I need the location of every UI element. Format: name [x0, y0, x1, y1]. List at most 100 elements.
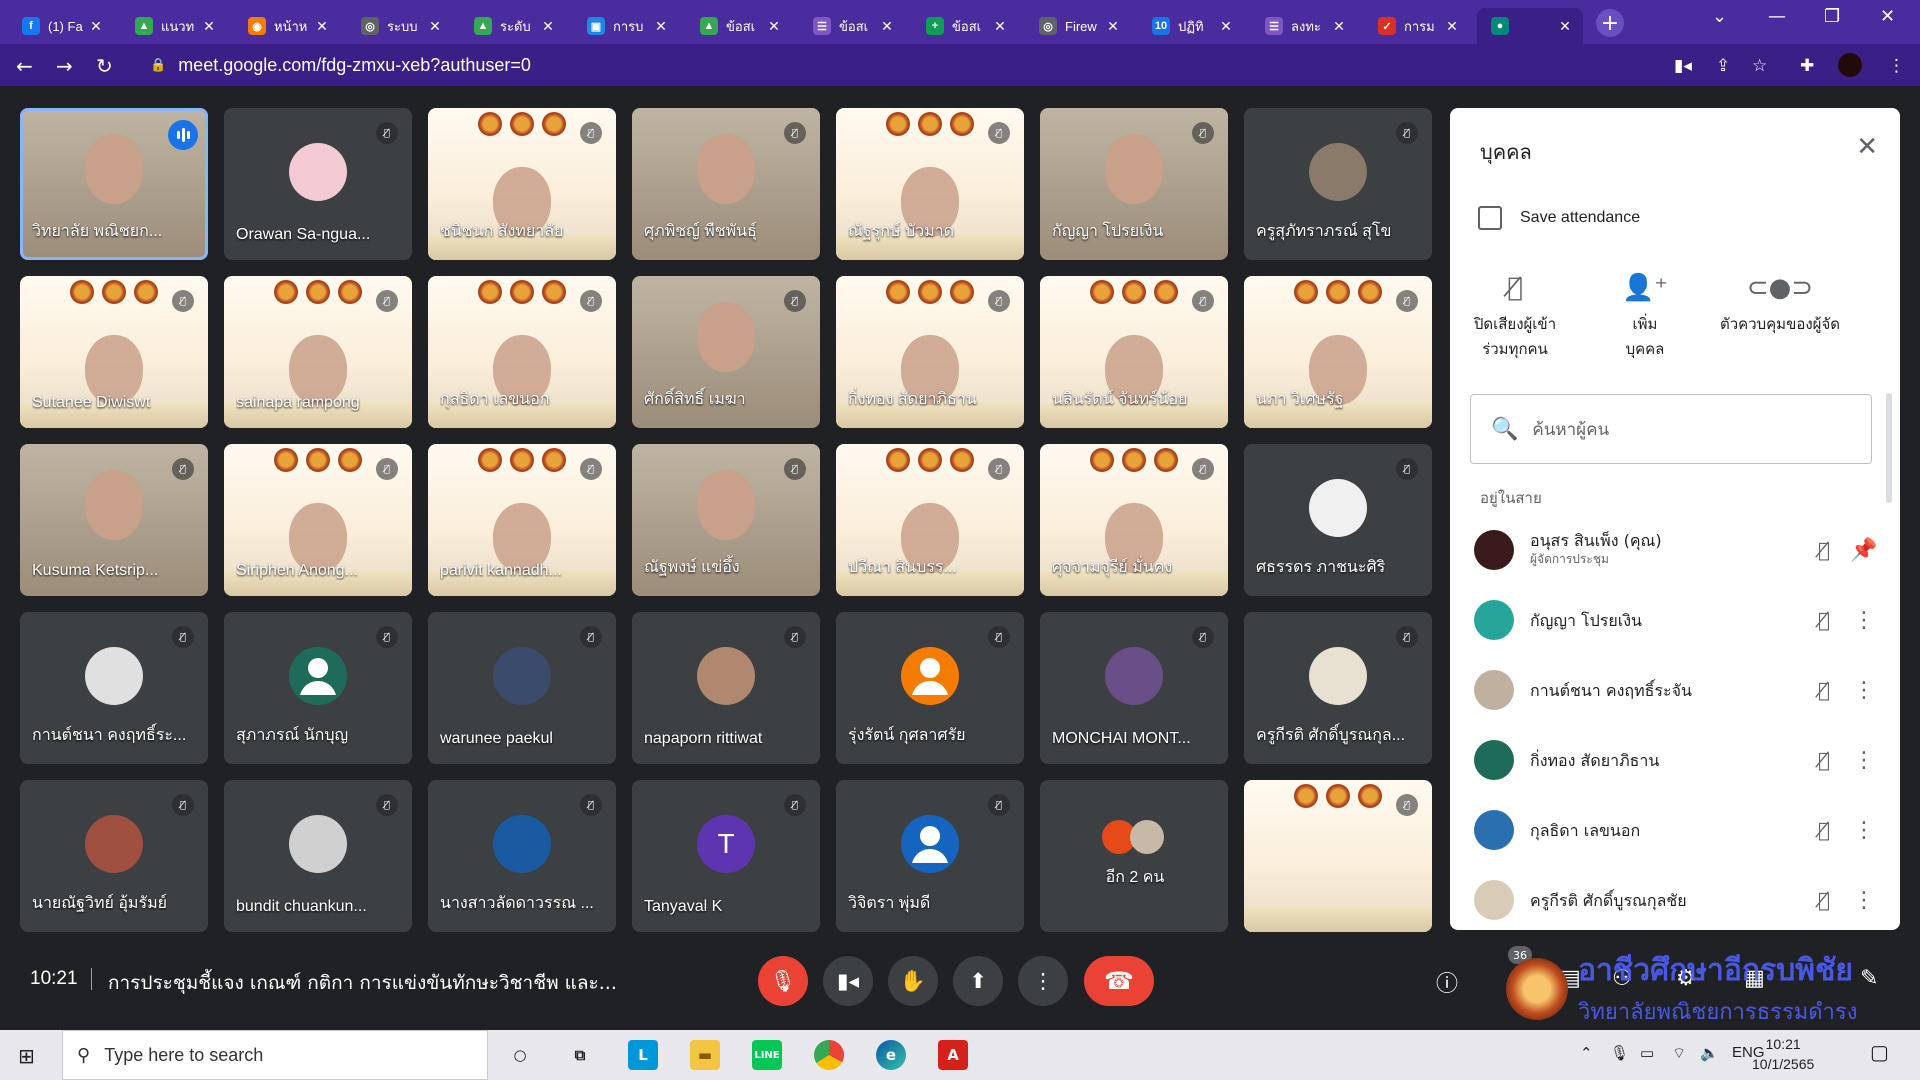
volume-icon[interactable]: 🔈: [1700, 1044, 1719, 1062]
share-icon[interactable]: ⇪: [1716, 56, 1730, 76]
participant-tile[interactable]: 🎙̸ parivit kannadh...: [428, 444, 616, 596]
close-tab-icon[interactable]: ✕: [312, 18, 332, 35]
participant-tile[interactable]: 🎙̸ นางสาวลัดดาวรรณ ...: [428, 780, 616, 932]
browser-tab[interactable]: ◉ หน้าห ✕: [234, 8, 340, 44]
close-tab-icon[interactable]: ✕: [1103, 18, 1123, 35]
participant-tile[interactable]: 🎙̸ ครูกีรติ ศักดิ์บูรณกุล...: [1244, 612, 1432, 764]
mute-person-icon[interactable]: 🎙̸: [1804, 608, 1844, 632]
mute-person-icon[interactable]: 🎙̸: [1804, 678, 1844, 702]
close-panel-icon[interactable]: ✕: [1856, 132, 1878, 162]
participant-tile[interactable]: 🎙̸ Siriphen Anong...: [224, 444, 412, 596]
bookmark-star-icon[interactable]: ☆: [1752, 56, 1767, 76]
raise-hand-button[interactable]: ✋: [888, 956, 938, 1006]
more-icon[interactable]: ⋮: [1844, 678, 1884, 703]
people-list-item[interactable]: กิ่งทอง สัดยาภิธาน 🎙̸ ⋮: [1474, 730, 1884, 790]
meeting-info-icon[interactable]: ⓘ: [1436, 966, 1458, 998]
participant-tile[interactable]: 🎙̸ วิจิตรา พุ่มดี: [836, 780, 1024, 932]
participant-tile[interactable]: 🎙̸ รุ่งรัตน์ กุศลาศรัย: [836, 612, 1024, 764]
browser-tab[interactable]: + ข้อสเ ✕: [912, 8, 1018, 44]
mute-person-icon[interactable]: 🎙̸: [1804, 888, 1844, 912]
browser-tab[interactable]: ▲ แนวท ✕: [121, 8, 227, 44]
leave-call-button[interactable]: ☎: [1084, 956, 1154, 1006]
participant-tile[interactable]: 🎙̸ ศุภพิชญ์ พืชพันธุ์: [632, 108, 820, 260]
participant-tile[interactable]: 🎙̸ Kusuma Ketsrip...: [20, 444, 208, 596]
host-controls-button[interactable]: ⊂●⊃ ตัวควบคุมของผู้จัด: [1705, 275, 1855, 337]
close-tab-icon[interactable]: ✕: [425, 18, 445, 35]
acrobat-icon[interactable]: A: [938, 1040, 968, 1070]
present-button[interactable]: ⬆: [953, 956, 1003, 1006]
browser-tab[interactable]: ☰ ลงทะ ✕: [1251, 8, 1357, 44]
close-tab-icon[interactable]: ✕: [1216, 18, 1236, 35]
more-icon[interactable]: ⋮: [1844, 608, 1884, 633]
people-list-item[interactable]: ครูกีรติ ศักดิ์บูรณกุลชัย 🎙̸ ⋮: [1474, 870, 1884, 930]
browser-tab[interactable]: ◎ Firew ✕: [1025, 8, 1131, 44]
attendance-icon[interactable]: ✎: [1860, 966, 1878, 991]
close-tab-icon[interactable]: ✕: [199, 18, 219, 35]
browser-tab[interactable]: ☰ ข้อสเ ✕: [799, 8, 905, 44]
participant-tile[interactable]: 🎙̸ กานต์ชนา คงฤทธิ์ระ...: [20, 612, 208, 764]
people-list-item[interactable]: กัญญา โปรยเงิน 🎙̸ ⋮: [1474, 590, 1884, 650]
taskbar-clock[interactable]: 10:21 10/1/2565: [1752, 1034, 1814, 1074]
participant-tile[interactable]: 🎙̸ กัญญา โปรยเงิน: [1040, 108, 1228, 260]
cortana-icon[interactable]: ○: [505, 1040, 535, 1070]
browser-tab[interactable]: ● ✕: [1477, 8, 1583, 44]
participant-tile[interactable]: 🎙̸ sainapa rampong: [224, 276, 412, 428]
windows-start-icon[interactable]: ⊞: [18, 1044, 35, 1068]
participant-tile[interactable]: 🎙̸ ณัฐพงษ์ แข่อึ้ง: [632, 444, 820, 596]
participant-tile[interactable]: 🎙̸ นลินรัตน์ จันทร์น้อย: [1040, 276, 1228, 428]
edge-icon[interactable]: e: [876, 1040, 906, 1070]
close-tab-icon[interactable]: ✕: [764, 18, 784, 35]
participant-tile[interactable]: อีก 2 คน: [1040, 780, 1228, 932]
url-input[interactable]: 🔒 meet.google.com/fdg-zmxu-xeb?authuser=…: [140, 50, 1660, 80]
restore-icon[interactable]: ❐: [1824, 6, 1840, 27]
battery-icon[interactable]: ▭: [1640, 1044, 1654, 1062]
more-icon[interactable]: ⋮: [1844, 888, 1884, 913]
mute-person-icon[interactable]: 🎙̸: [1804, 818, 1844, 842]
browser-tab[interactable]: ▲ ข้อสเ ✕: [686, 8, 792, 44]
tab-search-icon[interactable]: ⌄: [1712, 6, 1727, 27]
forward-icon[interactable]: →: [56, 54, 73, 78]
reload-icon[interactable]: ↻: [96, 54, 113, 78]
task-view-icon[interactable]: ⧉: [565, 1040, 595, 1070]
notifications-icon[interactable]: ▢: [1870, 1040, 1889, 1065]
participant-tile[interactable]: 🎙̸ Sutanee Diwiswt: [20, 276, 208, 428]
people-list-item[interactable]: กุลธิดา เลขนอก 🎙̸ ⋮: [1474, 800, 1884, 860]
participant-tile[interactable]: 🎙̸ ศธรรดร ภาชนะศิริ: [1244, 444, 1432, 596]
more-icon[interactable]: ⋮: [1844, 818, 1884, 843]
mute-person-icon[interactable]: 🎙̸: [1804, 538, 1844, 562]
mute-all-button[interactable]: 🎙̸ ปิดเสียงผู้เข้าร่วมทุกคน: [1450, 275, 1580, 362]
browser-tab[interactable]: ▲ ระดับ ✕: [460, 8, 566, 44]
camera-toggle-button[interactable]: ▮◂: [823, 956, 873, 1006]
more-icon[interactable]: ⋮: [1844, 748, 1884, 773]
participant-tile[interactable]: วิทยาลัย พณิชยก...: [20, 108, 208, 260]
search-people-input[interactable]: 🔍 ค้นหาผู้คน: [1470, 394, 1872, 464]
browser-tab[interactable]: 10 ปฏิทิ ✕: [1138, 8, 1244, 44]
panel-scrollbar[interactable]: [1886, 393, 1892, 503]
profile-avatar[interactable]: [1838, 53, 1862, 77]
more-options-button[interactable]: ⋮: [1018, 956, 1068, 1006]
minimize-icon[interactable]: —: [1768, 6, 1786, 27]
participant-tile[interactable]: 🎙̸ bundit chuankun...: [224, 780, 412, 932]
browser-tab[interactable]: ◎ ระบบ ✕: [347, 8, 453, 44]
participant-tile[interactable]: 🎙̸ ชนิชนก สังทยาลัย: [428, 108, 616, 260]
back-icon[interactable]: ←: [16, 54, 33, 78]
close-tab-icon[interactable]: ✕: [1442, 18, 1462, 35]
taskbar-search-input[interactable]: ⚲ Type here to search: [62, 1030, 488, 1080]
participant-tile[interactable]: 🎙̸ Orawan Sa-ngua...: [224, 108, 412, 260]
participant-tile[interactable]: 🎙̸ นายณัฐวิทย์ อุ้มรัมย์: [20, 780, 208, 932]
participant-tile[interactable]: 🎙̸ กุลธิดา เลขนอก: [428, 276, 616, 428]
participant-tile[interactable]: 🎙̸ ปวีณา สินบรร...: [836, 444, 1024, 596]
file-explorer-icon[interactable]: ▬: [690, 1040, 720, 1070]
close-tab-icon[interactable]: ✕: [538, 18, 558, 35]
mute-person-icon[interactable]: 🎙̸: [1804, 748, 1844, 772]
participant-tile[interactable]: 🎙̸ ณัฐรุกษ์ บัวมาด: [836, 108, 1024, 260]
participant-tile[interactable]: 🎙̸ กิ่งทอง สัดยาภิธาน: [836, 276, 1024, 428]
l-app-icon[interactable]: L: [628, 1040, 658, 1070]
camera-icon[interactable]: ▮◂: [1674, 56, 1692, 76]
browser-tab[interactable]: f (1) Fa ✕: [8, 8, 114, 44]
window-close-icon[interactable]: ✕: [1880, 6, 1895, 27]
new-tab-button[interactable]: +: [1596, 9, 1624, 37]
participant-tile[interactable]: T 🎙̸ Tanyaval K: [632, 780, 820, 932]
close-tab-icon[interactable]: ✕: [651, 18, 671, 35]
people-list-item[interactable]: กานต์ชนา คงฤทธิ์ระจัน 🎙̸ ⋮: [1474, 660, 1884, 720]
